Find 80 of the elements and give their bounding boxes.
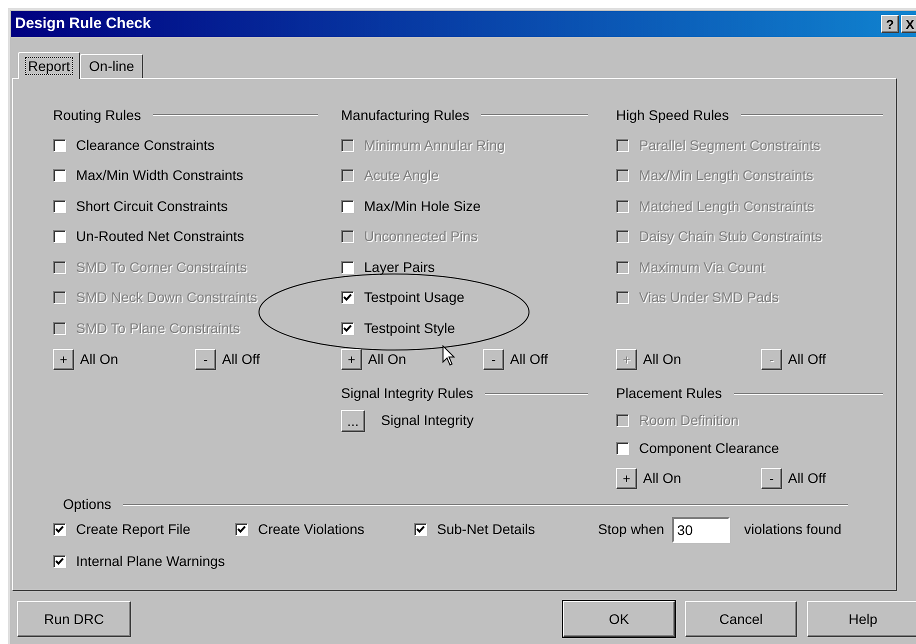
all-off-button[interactable]: - [761, 468, 782, 489]
button-label: All On [643, 469, 682, 488]
checkbox-label: Minimum Annular Ring [364, 136, 505, 155]
checkbox-label: SMD To Plane Constraints [76, 318, 240, 338]
checkbox-label: Component Clearance [639, 439, 780, 458]
checkbox-label: Un-Routed Net Constraints [76, 227, 244, 246]
all-on-button[interactable]: + [341, 349, 362, 370]
checkbox[interactable] [53, 169, 66, 182]
checkbox-label: Testpoint Usage [364, 288, 464, 308]
checkmark-icon [343, 293, 352, 302]
checkbox-label: Max/Min Length Constraints [639, 166, 814, 186]
signal-integrity-button[interactable]: ... [341, 410, 365, 432]
checkbox-label: Short Circuit Constraints [76, 196, 228, 216]
checkbox-label: Clearance Constraints [76, 136, 215, 155]
all-on-button[interactable]: + [616, 468, 637, 489]
checkbox[interactable] [341, 200, 354, 213]
checkbox-label: SMD Neck Down Constraints [76, 288, 258, 308]
all-off-button[interactable]: - [195, 349, 216, 370]
checkmark-icon [237, 525, 246, 534]
checkbox[interactable] [53, 523, 66, 536]
group-heading: High Speed Rules [616, 106, 729, 125]
checkbox[interactable] [616, 442, 629, 455]
group-heading: Routing Rules [53, 106, 141, 125]
all-on-button[interactable]: + [53, 349, 74, 370]
tab[interactable]: Report [18, 52, 80, 79]
tab[interactable]: On-line [80, 54, 144, 78]
button-label: All Off [788, 469, 826, 488]
dialog-button[interactable]: Help [807, 601, 916, 637]
group-heading: Signal Integrity Rules [341, 384, 474, 403]
checkbox[interactable] [414, 523, 427, 536]
checkbox-label: Internal Plane Warnings [76, 552, 225, 571]
violations-limit-field[interactable]: 30 [672, 516, 730, 542]
checkbox-label: Testpoint Style [364, 318, 456, 338]
button-label: All On [80, 350, 118, 369]
all-off-button[interactable]: - [483, 349, 504, 370]
checkbox-label: Matched Length Constraints [639, 196, 814, 216]
violations-found-label: violations found [744, 520, 842, 539]
checkbox-label: Acute Angle [364, 166, 439, 186]
button-label: All Off [510, 350, 548, 369]
stop-when-label: Stop when [598, 520, 664, 539]
button-label: All On [643, 350, 682, 369]
checkbox-label: Create Report File [76, 520, 190, 539]
checkbox[interactable] [53, 200, 66, 213]
checkmark-icon [343, 324, 352, 333]
checkbox-label: Create Violations [258, 520, 364, 539]
signal-integrity-label: Signal Integrity [381, 411, 474, 430]
checkbox-label: Max/Min Width Constraints [76, 166, 244, 186]
mouse-pointer-icon [442, 345, 456, 367]
button-label: All On [368, 350, 406, 369]
checkbox[interactable] [341, 260, 354, 274]
close-button[interactable]: X [901, 15, 916, 33]
checkmark-icon [55, 525, 64, 534]
checkbox-label: Parallel Segment Constraints [639, 136, 820, 155]
checkbox-label: SMD To Corner Constraints [76, 258, 247, 277]
checkmark-icon [416, 525, 425, 534]
button-label: All Off [222, 350, 260, 369]
checkbox-label: Layer Pairs [364, 258, 435, 277]
checkbox-label: Sub-Net Details [437, 520, 536, 539]
run-drc-button[interactable]: Run DRC [17, 601, 131, 637]
checkbox[interactable] [341, 291, 354, 304]
checkbox[interactable] [53, 138, 66, 152]
checkbox[interactable] [53, 230, 66, 244]
dialog-button[interactable]: OK [563, 601, 675, 637]
help-button[interactable]: ? [881, 15, 899, 33]
checkbox-label: Room Definition [639, 411, 739, 430]
checkbox[interactable] [341, 322, 354, 335]
window-title: Design Rule Check [15, 14, 151, 34]
checkbox[interactable] [53, 555, 66, 568]
checkbox-label: Max/Min Hole Size [364, 196, 481, 216]
checkmark-icon [55, 557, 64, 566]
checkbox-label: Unconnected Pins [364, 227, 478, 246]
checkbox-label: Daisy Chain Stub Constraints [639, 227, 822, 246]
dialog-button[interactable]: Cancel [685, 601, 797, 637]
group-heading: Options [63, 495, 112, 514]
button-label: All Off [788, 350, 826, 369]
checkbox[interactable] [235, 523, 248, 536]
group-heading: Manufacturing Rules [341, 106, 470, 125]
group-heading: Placement Rules [616, 384, 722, 403]
checkbox-label: Vias Under SMD Pads [639, 288, 779, 308]
checkbox-label: Maximum Via Count [639, 258, 765, 277]
